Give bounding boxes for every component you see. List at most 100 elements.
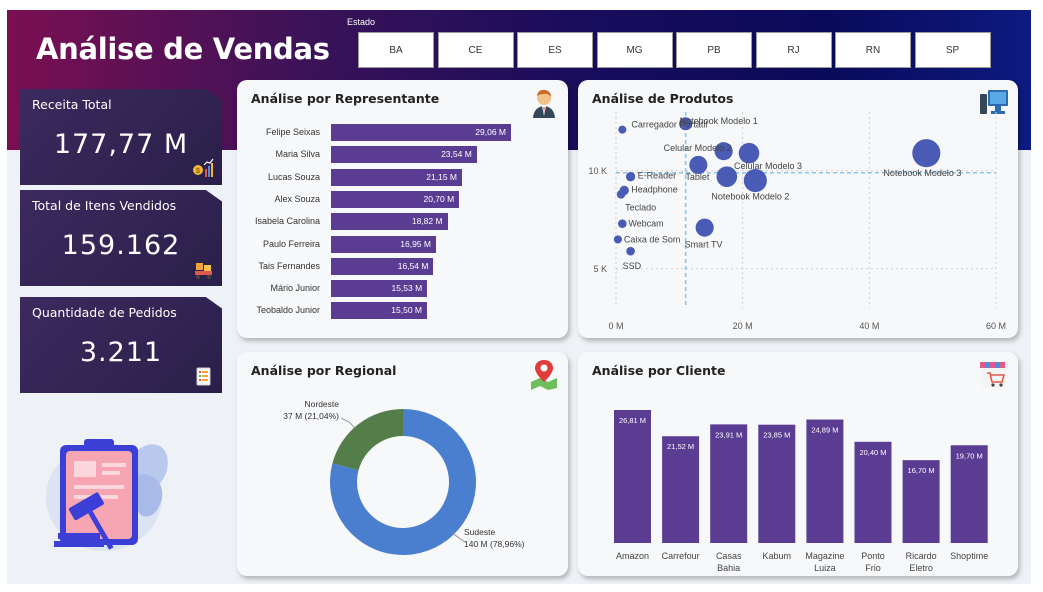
salesman-icon bbox=[533, 89, 555, 118]
representante-bar[interactable]: 16,54 M bbox=[331, 257, 434, 275]
cliente-bar bbox=[854, 441, 892, 543]
representante-name: Mário Junior bbox=[270, 283, 320, 294]
x-tick-label: 60 M bbox=[986, 321, 1006, 331]
cliente-bar bbox=[806, 419, 844, 543]
donut-slice-nordeste bbox=[332, 409, 403, 471]
representante-row[interactable]: Lucas Souza 21,15 M bbox=[237, 168, 557, 187]
cliente-bar bbox=[662, 436, 700, 543]
cliente-value-label: 26,81 M bbox=[619, 416, 646, 425]
representante-name: Paulo Ferreira bbox=[262, 238, 320, 249]
cliente-category-label: Amazon bbox=[616, 551, 649, 561]
cliente-value-label: 24,89 M bbox=[811, 426, 838, 435]
product-point-label: Teclado bbox=[625, 202, 656, 212]
product-point-label: Webcam bbox=[628, 219, 663, 229]
product-point-label: Headphone bbox=[631, 184, 678, 194]
representante-bar[interactable]: 15,50 M bbox=[331, 302, 427, 320]
kpi-label: Quantidade de Pedidos bbox=[32, 305, 177, 320]
kpi-card-itens: Total de Itens Vendidos 159.162 bbox=[20, 190, 222, 286]
representante-value-label: 18,82 M bbox=[411, 216, 443, 227]
cliente-value-label: 19,70 M bbox=[956, 451, 983, 460]
boxes-cart-icon bbox=[195, 263, 212, 279]
product-point-label: Notebook Modelo 3 bbox=[883, 168, 961, 178]
cliente-bar-chart: 26,81 M Amazon 21,52 M Carrefour 23,91 M Casa… bbox=[614, 410, 988, 573]
kpi-value: 159.162 bbox=[61, 230, 181, 261]
product-point-label: SSD bbox=[623, 261, 642, 271]
y-tick-label: 10 K bbox=[588, 166, 607, 176]
representante-value-label: 29,06 M bbox=[475, 127, 506, 137]
kpi-value: 177,77 M bbox=[53, 129, 189, 160]
representante-value-label: 21,15 M bbox=[426, 171, 457, 182]
representante-bar[interactable]: 18,82 M bbox=[331, 213, 448, 231]
cliente-category-label: Casas Bahia bbox=[716, 551, 742, 573]
representante-name: Isabela Carolina bbox=[254, 216, 320, 227]
page-title: Análise de Vendas bbox=[36, 32, 330, 66]
nordeste-data-label: Nordeste 37 M (21,04%) bbox=[277, 398, 339, 422]
representante-name: Maria Silva bbox=[275, 149, 320, 160]
representante-row[interactable]: Alex Souza 20,70 M bbox=[237, 190, 557, 209]
representante-value-label: 23,54 M bbox=[441, 149, 472, 160]
state-button-ce[interactable]: CE bbox=[437, 32, 514, 68]
svg-text:$: $ bbox=[196, 168, 200, 175]
product-point-label: Notebook Modelo 1 bbox=[680, 116, 758, 126]
product-point-label: Celular Modelo 3 bbox=[734, 161, 802, 171]
cliente-value-label: 23,91 M bbox=[715, 430, 742, 439]
kpi-label: Receita Total bbox=[32, 97, 112, 112]
representante-bar[interactable]: 21,15 M bbox=[331, 168, 462, 186]
state-button-sp[interactable]: SP bbox=[914, 32, 991, 68]
product-point-label: Notebook Modelo 2 bbox=[711, 192, 789, 202]
estado-slicer: BA CE ES MG PB RJ RN SP bbox=[358, 32, 994, 68]
cliente-value-label: 23,85 M bbox=[763, 431, 790, 440]
product-point bbox=[613, 235, 622, 244]
state-button-rn[interactable]: RN bbox=[835, 32, 911, 68]
representante-row[interactable]: Felipe Seixas 29,06 M bbox=[237, 124, 557, 142]
cliente-category-label: Kabum bbox=[763, 551, 792, 561]
nordeste-label-name: Nordeste bbox=[304, 399, 340, 409]
representante-value-label: 16,54 M bbox=[397, 260, 429, 271]
representante-card: Análise por Representante Felipe Seixas 2… bbox=[237, 80, 568, 338]
representante-row[interactable]: Teobaldo Junior 15,50 M bbox=[237, 302, 557, 320]
representante-name: Lucas Souza bbox=[267, 171, 320, 182]
representante-value-label: 16,95 M bbox=[400, 238, 431, 249]
dashboard-frame: Análise de Vendas Estado BA CE ES MG PB … bbox=[7, 10, 1031, 584]
product-point bbox=[618, 125, 627, 134]
representante-name: Alex Souza bbox=[274, 193, 320, 204]
state-button-mg[interactable]: MG bbox=[596, 32, 673, 68]
product-point bbox=[695, 218, 714, 237]
state-button-pb[interactable]: PB bbox=[676, 32, 752, 68]
representante-bar[interactable]: 29,06 M bbox=[331, 124, 511, 141]
cliente-bar bbox=[758, 424, 796, 543]
product-point-label: Celular Modelo 2 bbox=[664, 143, 732, 153]
cliente-bar bbox=[710, 424, 748, 543]
produtos-scatter-chart: 0 M 20 M 40 M 60 M5 K10 KCarregador Portáti… bbox=[588, 112, 1006, 331]
x-tick-label: 40 M bbox=[859, 321, 879, 331]
representante-row[interactable]: Maria Silva 23,54 M bbox=[237, 146, 557, 164]
nordeste-leader-line bbox=[340, 417, 356, 429]
cliente-value-label: 20,40 M bbox=[859, 448, 886, 457]
cliente-value-label: 16,70 M bbox=[908, 466, 935, 475]
representante-bar[interactable]: 16,95 M bbox=[331, 235, 436, 253]
state-button-rj[interactable]: RJ bbox=[755, 32, 832, 68]
sudeste-data-label: Sudeste 140 M (78,96%) bbox=[464, 526, 524, 550]
representante-bar[interactable]: 23,54 M bbox=[331, 146, 477, 164]
money-chart-icon: $ bbox=[193, 158, 214, 177]
estado-slicer-label: Estado bbox=[347, 17, 376, 27]
representante-bar[interactable]: 15,53 M bbox=[331, 280, 428, 298]
representante-value-label: 15,50 M bbox=[391, 305, 422, 316]
order-list-icon bbox=[196, 367, 211, 386]
state-button-es[interactable]: ES bbox=[517, 32, 593, 68]
representante-row[interactable]: Tais Fernandes 16,54 M bbox=[237, 257, 557, 276]
representante-row[interactable]: Mário Junior 15,53 M bbox=[237, 280, 557, 298]
product-point-label: Caixa de Som bbox=[624, 234, 681, 244]
sudeste-leader-line bbox=[450, 531, 466, 543]
state-button-ba[interactable]: BA bbox=[358, 32, 434, 68]
representante-row[interactable]: Paulo Ferreira 16,95 M bbox=[237, 235, 557, 254]
product-point bbox=[618, 219, 627, 229]
cliente-category-label: Magazine Luiza bbox=[805, 551, 844, 573]
x-tick-label: 0 M bbox=[608, 321, 623, 331]
representante-bar[interactable]: 20,70 M bbox=[331, 190, 460, 208]
cliente-category-label: Ricardo Eletro bbox=[906, 551, 937, 573]
representante-name: Tais Fernandes bbox=[258, 260, 320, 271]
produtos-card: Análise de Produtos 0 M 20 M 40 M 60 M5 K 10… bbox=[578, 80, 1018, 338]
cliente-value-label: 21,52 M bbox=[667, 442, 694, 451]
representante-row[interactable]: Isabela Carolina 18,82 M bbox=[237, 213, 557, 231]
